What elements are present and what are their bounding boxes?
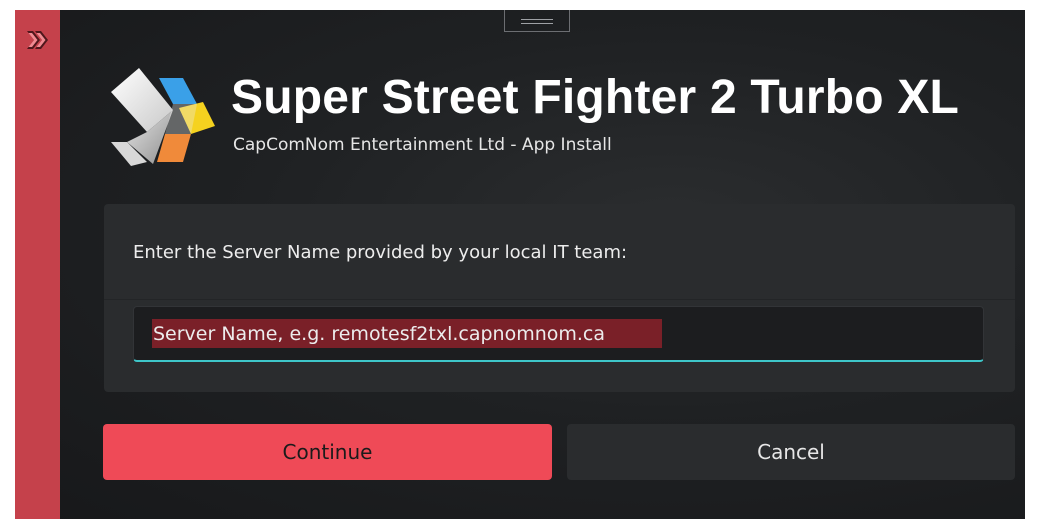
server-name-prompt: Enter the Server Name provided by your l… [133, 242, 628, 263]
chevrons-right-icon[interactable] [24, 27, 50, 53]
app-title: Super Street Fighter 2 Turbo XL [231, 71, 960, 124]
app-subtitle: CapComNom Entertainment Ltd - App Instal… [233, 135, 612, 155]
drag-handle[interactable] [504, 10, 570, 32]
server-name-field [133, 306, 984, 362]
sidebar [15, 10, 60, 519]
cancel-button[interactable]: Cancel [567, 424, 1015, 480]
installer-window: Super Street Fighter 2 Turbo XL CapComNo… [15, 10, 1025, 519]
continue-button[interactable]: Continue [103, 424, 552, 480]
server-name-input[interactable] [134, 307, 983, 360]
app-logo [111, 68, 215, 166]
divider [104, 299, 1015, 300]
server-name-panel: Enter the Server Name provided by your l… [104, 204, 1015, 392]
